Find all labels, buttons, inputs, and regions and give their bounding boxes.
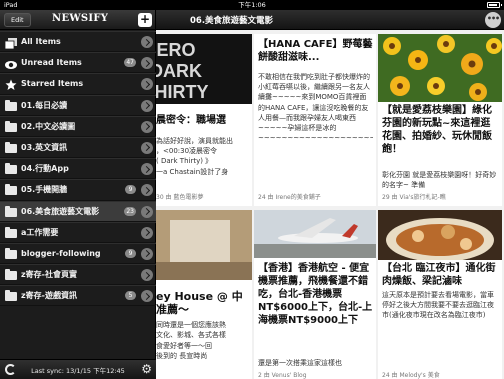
article-meta: 24 由 Irene的美食鋪子 xyxy=(258,194,321,201)
folder-icon xyxy=(5,247,17,259)
chevron-right-icon[interactable] xyxy=(141,99,153,112)
sidebar-item[interactable]: 05.手機開牆 9 xyxy=(0,179,156,201)
chevron-right-icon[interactable] xyxy=(141,290,153,303)
add-feed-button[interactable]: + xyxy=(138,13,152,27)
article-title: 【台北 臨江夜市】通化街肉燥飯、梁記滷味 xyxy=(382,263,496,287)
folder-icon xyxy=(5,120,17,132)
article-image xyxy=(378,34,502,102)
sidebar-item[interactable]: z寄存-遊戲資訊 5 xyxy=(0,285,156,307)
chevron-right-icon[interactable] xyxy=(141,205,153,218)
article-card[interactable]: 【就是愛荔枝樂園】綠化芬園的新玩點~來這裡逛花園、拍婚紗、玩休閒飯飽！ 彰化芬園… xyxy=(378,34,502,206)
feed-list: All Items Unread Items 47 Starred Items 01.每… xyxy=(0,31,156,307)
article-meta: 2 由 Venus' Blog xyxy=(258,372,307,379)
chevron-right-icon[interactable] xyxy=(141,247,153,260)
sidebar-item[interactable]: 06.美食旅遊藝文電影 23 xyxy=(0,200,156,222)
battery-icon xyxy=(487,2,502,8)
article-image xyxy=(378,210,502,260)
article-excerpt: 這天原本是預計要去看場電影，當車停好之後大方間我要不要去逛臨江夜市(通化夜市現在… xyxy=(382,291,494,320)
chevron-right-icon[interactable] xyxy=(141,36,153,48)
sidebar-item-label: 02.中文必讀圖 xyxy=(21,121,76,131)
article-excerpt: 還是第一次搭乘這家這樣也 xyxy=(258,359,342,367)
sidebar-item[interactable]: Starred Items xyxy=(0,73,156,95)
sidebar-header: Edit NEWSIFY + xyxy=(0,10,155,30)
folder-icon xyxy=(5,99,17,111)
chevron-right-icon[interactable] xyxy=(141,120,153,133)
svg-text:ERO: ERO xyxy=(156,40,195,60)
article-card[interactable]: 【台北 臨江夜市】通化街肉燥飯、梁記滷味 這天原本是預計要去看場電影，當車停好之… xyxy=(378,210,502,379)
chevron-right-icon[interactable] xyxy=(141,163,153,176)
sidebar-item-label: 06.美食旅遊藝文電影 xyxy=(21,206,100,216)
chevron-right-icon[interactable] xyxy=(141,269,153,282)
sidebar-item[interactable]: 02.中文必讀圖 xyxy=(0,115,156,137)
unread-count-badge: 47 xyxy=(124,58,136,68)
more-button[interactable]: ••• xyxy=(485,12,501,28)
sidebar-item-label: Unread Items xyxy=(21,58,82,68)
sidebar-item[interactable]: Unread Items 47 xyxy=(0,52,156,74)
unread-count-badge: 23 xyxy=(124,206,136,216)
article-title: 【香港】香港航空 - 便宜機票推薦，飛機餐還不錯吃，台北-香港機票NT$6000… xyxy=(258,263,373,326)
sidebar-item-label: 05.手機開牆 xyxy=(21,185,68,195)
unread-count-badge: 9 xyxy=(125,185,136,195)
clock: 下午1:06 xyxy=(238,1,266,9)
article-meta: 30 由 藍色電影夢 xyxy=(156,194,204,201)
chevron-right-icon[interactable] xyxy=(141,141,153,154)
article-title: 【HANA CAFE】野莓藝餅酸甜滋味... xyxy=(258,39,373,63)
sidebar-item-label: Starred Items xyxy=(21,79,84,89)
sidebar-item-label: 03.英文資訊 xyxy=(21,142,68,152)
folder-icon xyxy=(5,205,17,217)
sidebar-item[interactable]: All Items xyxy=(0,31,156,53)
battery-level xyxy=(489,4,497,6)
chevron-right-icon[interactable] xyxy=(141,184,153,197)
folder-icon xyxy=(5,269,17,281)
folder-icon xyxy=(5,184,17,196)
sidebar-item-label: z寄存-社會頁實 xyxy=(21,270,77,280)
star-icon xyxy=(5,79,17,91)
article-card[interactable]: 【HANA CAFE】野莓藝餅酸甜滋味... 不敢相信在我們吃到肚子都快爆炸的小… xyxy=(254,34,376,206)
chevron-right-icon[interactable] xyxy=(141,57,153,70)
article-title: 晨密令：職場選 xyxy=(156,115,226,126)
folder-icon xyxy=(5,163,17,175)
gear-icon[interactable]: ⚙ xyxy=(141,363,152,376)
article-meta: 29 由 Via's旅行札記-瞧 xyxy=(382,194,446,201)
article-excerpt: 彰化芬園 就是愛荔枝樂園呀！好奇妙的名字~ 準備 xyxy=(382,171,497,190)
sidebar-item[interactable]: a工作需要 xyxy=(0,221,156,243)
folder-icon xyxy=(5,290,17,302)
article-image xyxy=(254,210,376,258)
sync-status: Last sync: 13/1/15 下午12:45 xyxy=(31,367,125,375)
article-card[interactable]: 【香港】香港航空 - 便宜機票推薦，飛機餐還不錯吃，台北-香港機票NT$6000… xyxy=(254,210,376,379)
status-bar: iPad 下午1:06 xyxy=(0,0,504,10)
article-excerpt: 不敢相信在我們吃到肚子都快爆炸的小紅莓吞嚥以後，繼續跟另一名友人續攤~~~~~來… xyxy=(258,73,373,143)
article-excerpt: 同時還是一個您應該熱 文化、影城、各式各樣 食愛好者等一～回 後到的 長宣時尚 xyxy=(156,321,226,360)
sidebar-item-label: z寄存-遊戲資訊 xyxy=(21,291,77,301)
sidebar-footer: Last sync: 13/1/15 下午12:45 ⚙ xyxy=(0,359,156,379)
sidebar-item-label: 04.行動App xyxy=(21,164,69,174)
chevron-right-icon[interactable] xyxy=(141,226,153,239)
sidebar-item[interactable]: 03.英文資訊 xyxy=(0,136,156,159)
sidebar-item[interactable]: 04.行動App xyxy=(0,158,156,180)
app-logo: NEWSIFY xyxy=(52,13,109,24)
sidebar-item[interactable]: blogger-following 9 xyxy=(0,242,156,265)
unread-count-badge: 9 xyxy=(125,248,136,258)
sidebar-item-label: All Items xyxy=(21,37,61,46)
chevron-right-icon[interactable] xyxy=(141,78,153,91)
sidebar-item[interactable]: 01.每日必讀 xyxy=(0,94,156,116)
svg-text:DARK: DARK xyxy=(150,61,202,81)
sidebar-item-label: blogger-following xyxy=(21,248,101,258)
article-title: 【就是愛荔枝樂園】綠化芬園的新玩點~來這裡逛花園、拍婚紗、玩休閒飯飽！ xyxy=(382,105,492,155)
page-title: 06.美食旅遊藝文電影 xyxy=(190,16,274,26)
article-meta: 24 由 Melody's 美食 xyxy=(382,372,440,379)
all-items-icon xyxy=(4,37,17,50)
eye-icon xyxy=(5,58,17,70)
sidebar-item[interactable]: z寄存-社會頁實 xyxy=(0,264,156,286)
article-excerpt: 為話好好說，演員就能出 ，<00:30凌晨密令 ( Dark Thirty) 》… xyxy=(156,137,233,176)
sidebar-item-label: a工作需要 xyxy=(21,227,59,237)
sidebar: Edit NEWSIFY + All Items Unread Items 47 St… xyxy=(0,10,156,379)
edit-button[interactable]: Edit xyxy=(4,13,31,27)
unread-count-badge: 5 xyxy=(125,291,136,301)
folder-icon xyxy=(5,141,17,153)
folder-icon xyxy=(5,226,17,238)
sidebar-item-label: 01.每日必讀 xyxy=(21,100,68,110)
